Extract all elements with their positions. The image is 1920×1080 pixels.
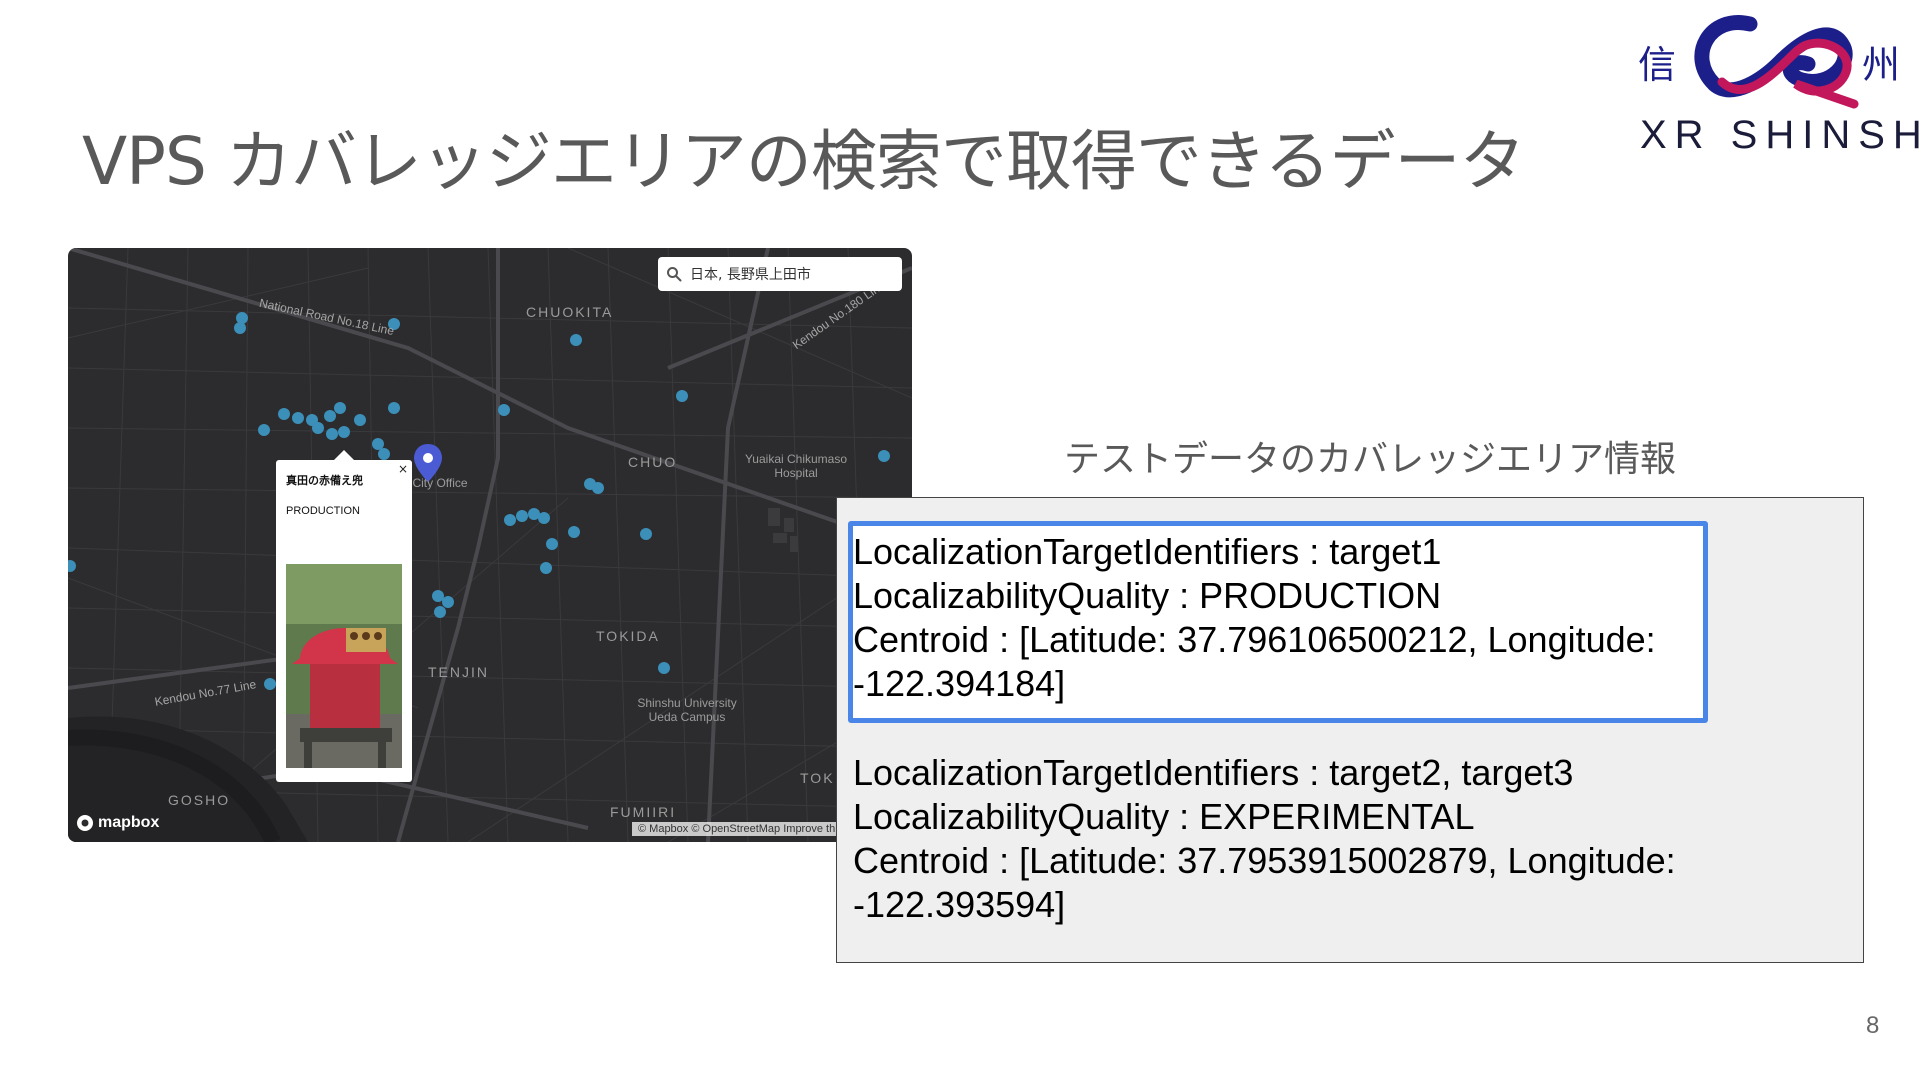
coverage-marker[interactable] [234, 322, 246, 334]
coverage-marker[interactable] [292, 412, 304, 424]
map-popup: × 真田の赤備え兜 PRODUCTION [276, 460, 412, 782]
coverage-marker[interactable] [592, 482, 604, 494]
coverage-marker[interactable] [354, 414, 366, 426]
coverage-entry-2[interactable]: LocalizationTargetIdentifiers : target2,… [853, 751, 1676, 927]
entry-1-targets: LocalizationTargetIdentifiers : target1 [853, 531, 1442, 572]
map-search-input[interactable] [688, 265, 892, 283]
coverage-marker[interactable] [442, 596, 454, 608]
coverage-marker[interactable] [540, 562, 552, 574]
coverage-entry-1[interactable]: LocalizationTargetIdentifiers : target1 … [853, 530, 1656, 706]
popup-photo [286, 564, 402, 768]
coverage-marker[interactable] [68, 560, 76, 572]
coverage-marker[interactable] [334, 402, 346, 414]
entry-2-quality: LocalizabilityQuality : EXPERIMENTAL [853, 796, 1475, 837]
page-number: 8 [1866, 1012, 1880, 1039]
poi-label-city-office: City Office [412, 476, 468, 490]
coverage-marker[interactable] [278, 408, 290, 420]
entry-1-centroid-cont: -122.394184] [853, 663, 1066, 704]
map-search-box[interactable] [658, 257, 902, 291]
coverage-marker[interactable] [258, 424, 270, 436]
map-roads [68, 248, 912, 842]
mapbox-logo[interactable]: mapbox [76, 814, 159, 832]
logo-kanji-right: 州 [1862, 43, 1900, 87]
entry-2-centroid-cont: -122.393594] [853, 884, 1066, 925]
coverage-markers [68, 312, 890, 690]
mapbox-icon [77, 815, 93, 831]
coverage-heading: テストデータのカバレッジエリア情報 [1064, 439, 1677, 480]
map-label-gosho: GOSHO [168, 792, 231, 808]
coverage-marker[interactable] [432, 590, 444, 602]
coverage-marker[interactable] [640, 528, 652, 540]
map-label-tok: TOK [800, 770, 835, 786]
coverage-marker[interactable] [236, 312, 248, 324]
map-label-tokida: TOKIDA [596, 628, 660, 644]
coverage-panel: LocalizationTargetIdentifiers : target1 … [836, 497, 1864, 963]
entry-1-quality: LocalizabilityQuality : PRODUCTION [853, 575, 1442, 616]
search-icon [667, 267, 682, 282]
popup-title: 真田の赤備え兜 [286, 474, 363, 487]
map-view[interactable]: CHUOKITA CHUO TOKIDA TENJIN GOSHO FUMIIR… [68, 248, 912, 842]
coverage-marker[interactable] [324, 410, 336, 422]
coverage-marker[interactable] [676, 390, 688, 402]
mapbox-brand: mapbox [98, 814, 160, 831]
coverage-marker[interactable] [338, 426, 350, 438]
coverage-marker[interactable] [516, 510, 528, 522]
coverage-marker[interactable] [264, 678, 276, 690]
popup-close-button[interactable]: × [398, 462, 408, 476]
map-label-fumiiri: FUMIIRI [610, 804, 677, 820]
coverage-marker[interactable] [546, 538, 558, 550]
poi-label-university: Shinshu University Ueda Campus [637, 696, 737, 724]
map-label-chuokita: CHUOKITA [526, 304, 614, 320]
entry-2-targets: LocalizationTargetIdentifiers : target2,… [853, 752, 1574, 793]
coverage-marker[interactable] [504, 514, 516, 526]
coverage-marker[interactable] [570, 334, 582, 346]
coverage-marker[interactable] [538, 512, 550, 524]
coverage-marker[interactable] [388, 402, 400, 414]
coverage-marker[interactable] [658, 662, 670, 674]
entry-1-centroid: Centroid : [Latitude: 37.796106500212, L… [853, 619, 1656, 660]
coverage-marker[interactable] [372, 438, 384, 450]
coverage-marker[interactable] [434, 606, 446, 618]
coverage-marker[interactable] [568, 526, 580, 538]
coverage-marker[interactable] [326, 428, 338, 440]
coverage-marker[interactable] [878, 450, 890, 462]
poi-label-hospital: Yuaikai Chikumaso Hospital [744, 452, 848, 480]
logo-text: XR SHINSHU [1640, 113, 1920, 157]
coverage-marker[interactable] [378, 448, 390, 460]
coverage-marker[interactable] [312, 422, 324, 434]
map-attribution[interactable]: © Mapbox © OpenStreetMap Improve this ma… [632, 822, 844, 836]
coverage-marker[interactable] [498, 404, 510, 416]
slide-title: VPS カバレッジエリアの検索で取得できるデータ [82, 123, 1526, 200]
popup-quality: PRODUCTION [286, 505, 360, 517]
entry-2-centroid: Centroid : [Latitude: 37.7953915002879, … [853, 840, 1676, 881]
map-label-chuo: CHUO [628, 454, 678, 470]
map-label-tenjin: TENJIN [428, 664, 489, 680]
logo-kanji-left: 信 [1638, 43, 1676, 87]
